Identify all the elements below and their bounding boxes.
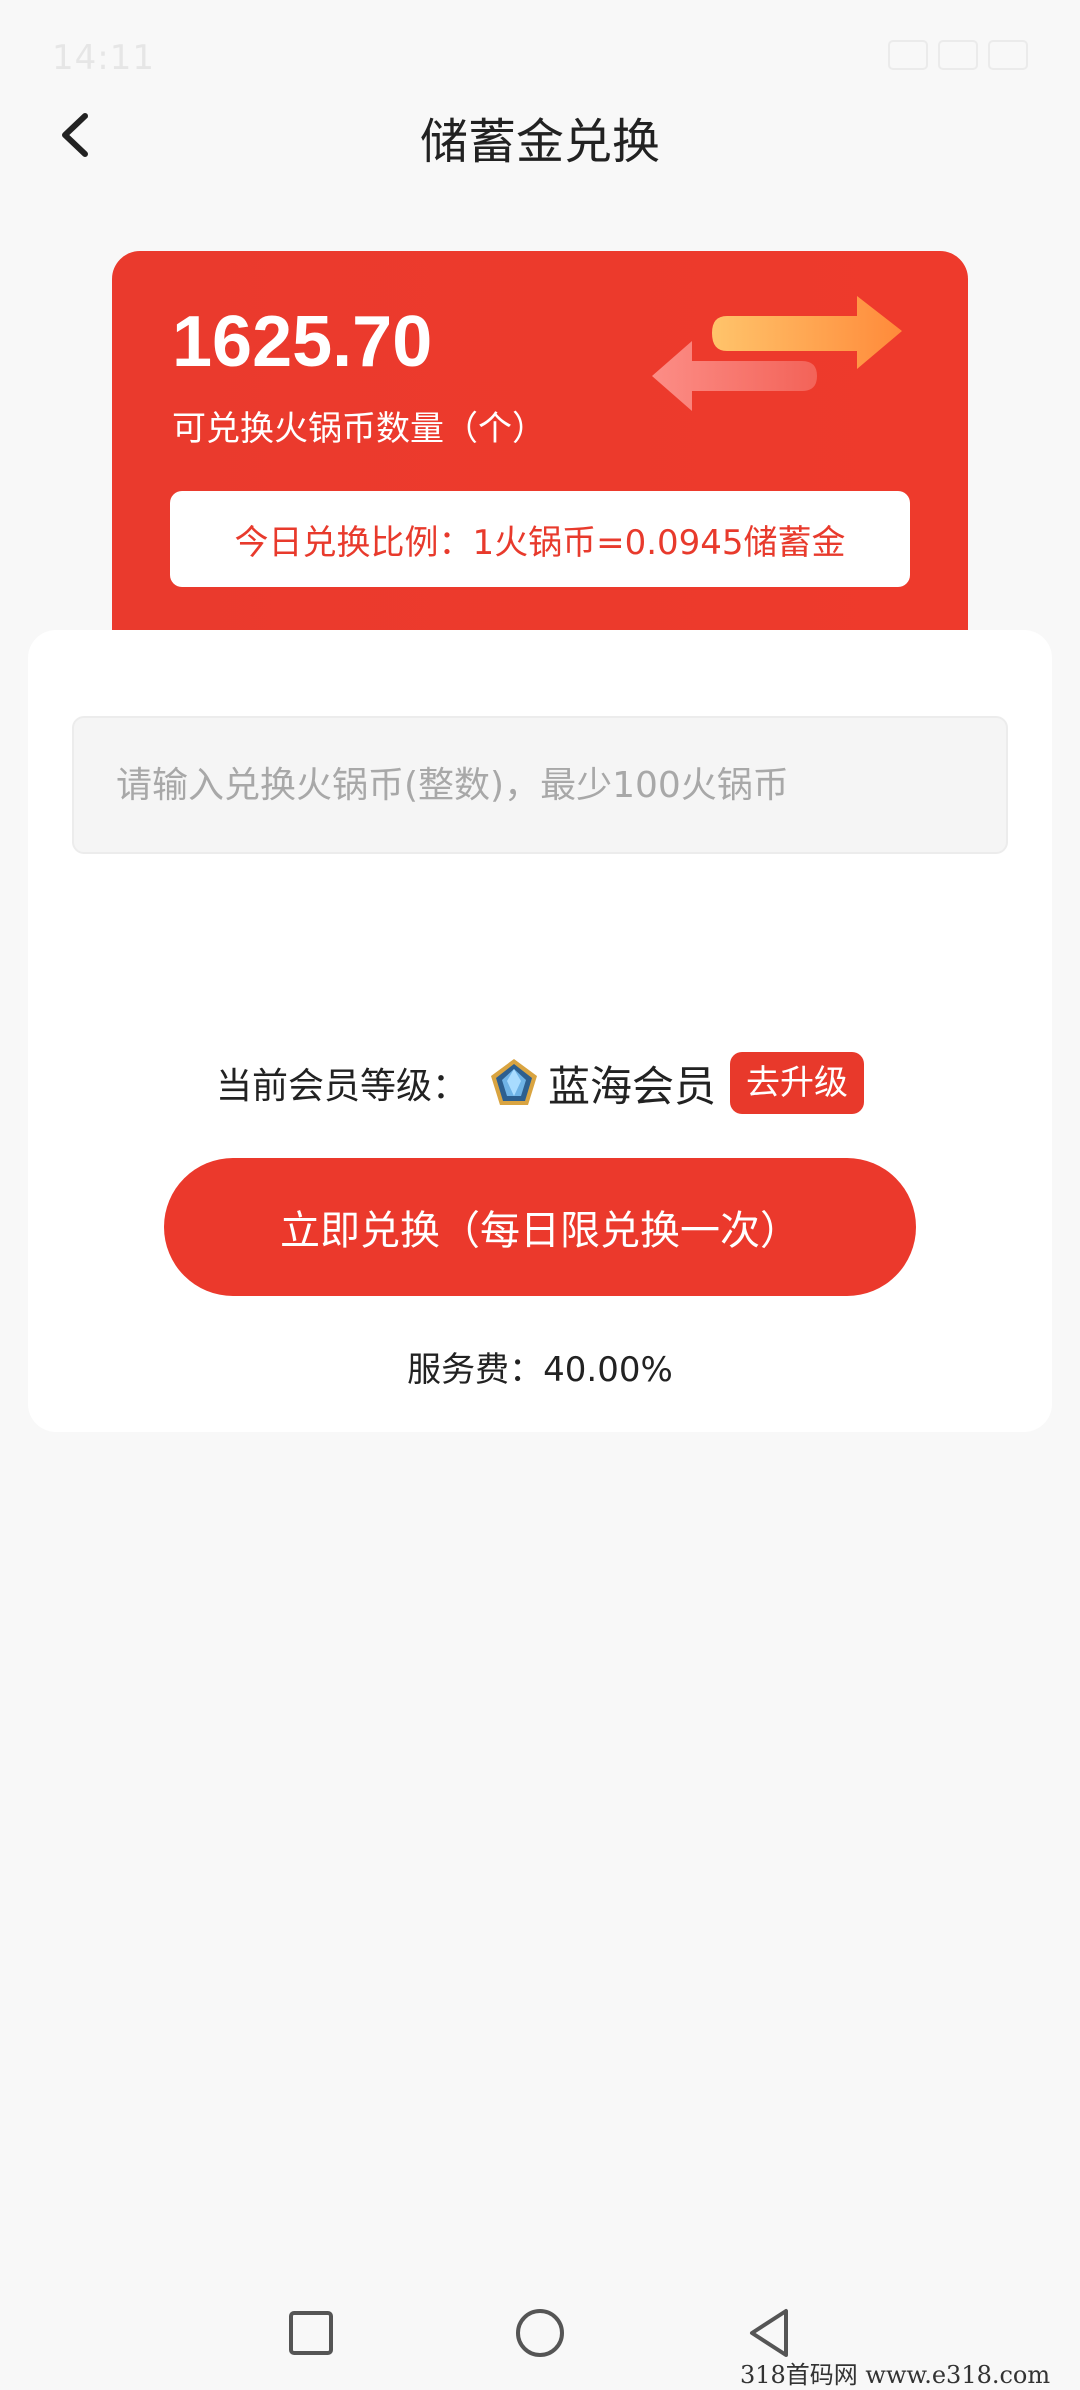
watermark: 318首码网 www.e318.com <box>740 2361 1051 2389</box>
exchange-form-card: 当前会员等级： 蓝海会员 去升级 立即兑换（每日限兑换一次） 服务费：40.00… <box>28 630 1052 1432</box>
back-nav-icon[interactable] <box>742 2305 798 2361</box>
coin-amount-input[interactable] <box>72 716 1008 854</box>
blue-gem-badge-icon <box>491 1059 537 1105</box>
header: 储蓄金兑换 <box>0 90 1080 180</box>
membership-row: 当前会员等级： 蓝海会员 去升级 <box>28 1050 1052 1116</box>
balance-value: 1625.70 <box>172 302 433 382</box>
membership-level: 蓝海会员 <box>548 1061 717 1111</box>
recent-apps-icon[interactable] <box>283 2305 339 2361</box>
upgrade-button[interactable]: 去升级 <box>730 1052 865 1114</box>
status-time: 14:11 <box>52 38 155 78</box>
battery-icon <box>988 40 1028 70</box>
page-title: 储蓄金兑换 <box>419 114 660 170</box>
exchange-ratio: 今日兑换比例：1火锅币=0.0945储蓄金 <box>170 491 910 587</box>
service-fee: 服务费：40.00% <box>407 1350 673 1390</box>
wifi-icon <box>888 40 928 70</box>
status-icons <box>888 40 1028 70</box>
signal-icon <box>938 40 978 70</box>
exchange-button[interactable]: 立即兑换（每日限兑换一次） <box>164 1158 916 1296</box>
membership-label: 当前会员等级： <box>215 1066 468 1107</box>
balance-card: 1625.70 可兑换火锅币数量（个） 今日兑换比例：1火锅币=0.0945储蓄… <box>112 251 968 651</box>
exchange-arrows-icon <box>652 296 902 411</box>
home-icon[interactable] <box>512 2305 568 2361</box>
balance-label: 可兑换火锅币数量（个） <box>172 409 546 449</box>
